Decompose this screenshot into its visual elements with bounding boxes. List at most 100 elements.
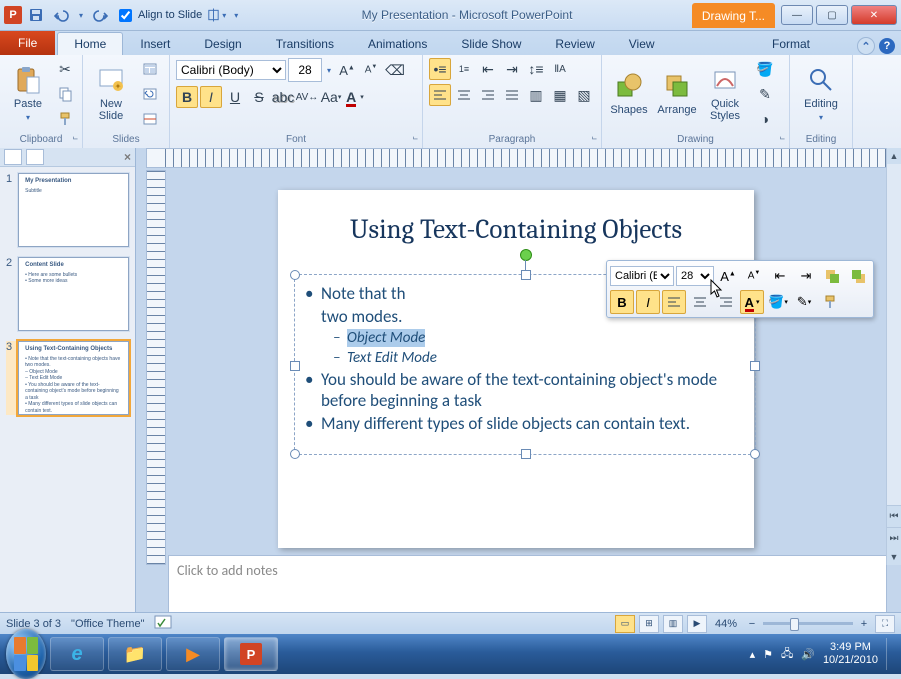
smartart-button[interactable]: ▧ [573,84,595,106]
editing-button[interactable]: Editing ▾ [796,58,846,128]
shadow-button[interactable]: abc [272,86,294,108]
list-item[interactable]: Object Mode [333,329,745,347]
outline-tab[interactable] [26,149,44,165]
align-dropdown[interactable]: ▾ [205,4,227,26]
undo-button[interactable] [50,4,72,26]
selected-text[interactable]: Object Mode [347,329,425,347]
clock[interactable]: 3:49 PM 10/21/2010 [823,641,878,667]
mini-italic[interactable]: I [636,290,660,314]
shape-outline-button[interactable]: ✎ [750,83,780,105]
cut-button[interactable]: ✂ [54,58,76,80]
copy-button[interactable] [54,83,76,105]
arrange-button[interactable]: Arrange [654,58,700,128]
tab-transitions[interactable]: Transitions [259,32,351,55]
grow-font-button[interactable]: A▲ [336,59,358,81]
mini-increase-indent[interactable]: ⇥ [794,264,818,288]
align-to-slide-checkbox[interactable] [119,9,132,22]
undo-more-button[interactable]: ▾ [75,4,87,26]
shape-fill-button[interactable]: 🪣 [750,58,780,80]
slides-tab[interactable] [4,149,22,165]
tray-network-icon[interactable]: 🖧 [781,645,793,664]
char-spacing-button[interactable]: AV↔ [296,86,318,108]
tab-format[interactable]: Format [755,32,827,55]
canvas[interactable]: Using Text-Containing Objects Note that … [168,170,887,565]
resize-handle-nw[interactable] [290,270,300,280]
slide-title[interactable]: Using Text-Containing Objects [278,214,754,245]
mini-align-right[interactable] [714,290,738,314]
mini-bring-front[interactable] [820,264,844,288]
font-size-dropdown[interactable]: ▾ [324,66,334,75]
close-panel-button[interactable]: × [124,150,131,164]
mini-align-center[interactable] [688,290,712,314]
bullets-button[interactable]: •≡ [429,58,451,80]
tab-design[interactable]: Design [187,32,258,55]
reading-view-button[interactable]: ▥ [663,615,683,633]
horizontal-ruler[interactable] [146,148,887,168]
mini-decrease-indent[interactable]: ⇤ [768,264,792,288]
columns-button[interactable]: ▥ [525,84,547,106]
tab-slideshow[interactable]: Slide Show [444,32,538,55]
notes-pane[interactable]: Click to add notes [168,555,887,613]
slide[interactable]: Using Text-Containing Objects Note that … [278,190,754,548]
save-button[interactable] [25,4,47,26]
normal-view-button[interactable]: ▭ [615,615,635,633]
taskbar-media[interactable]: ▶ [166,637,220,671]
fit-window-button[interactable]: ⛶ [875,615,895,633]
tab-view[interactable]: View [612,32,672,55]
start-button[interactable] [6,634,46,674]
zoom-out-button[interactable]: − [745,618,759,630]
redo-button[interactable] [90,4,112,26]
theme-indicator[interactable]: "Office Theme" [71,618,144,630]
layout-button[interactable] [137,58,163,80]
scroll-up-button[interactable]: ▲ [887,148,901,164]
new-slide-button[interactable]: ✦ New Slide [89,58,133,128]
tray-volume-icon[interactable]: 🔊 [801,648,815,661]
mini-align-left[interactable] [662,290,686,314]
zoom-slider[interactable] [763,622,853,625]
text-direction-button[interactable]: ⅡA [549,58,571,80]
resize-handle-sw[interactable] [290,449,300,459]
sorter-view-button[interactable]: ⊞ [639,615,659,633]
slide-thumbnail[interactable]: 3Using Text-Containing Objects• Note tha… [6,341,129,415]
slide-indicator[interactable]: Slide 3 of 3 [6,618,61,630]
slide-thumbnail[interactable]: 2Content Slide• Here are some bullets• S… [6,257,129,331]
font-family-select[interactable]: Calibri (Body) [176,60,286,80]
tab-review[interactable]: Review [538,32,611,55]
tab-home[interactable]: Home [57,32,123,55]
tab-animations[interactable]: Animations [351,32,444,55]
mini-bold[interactable]: B [610,290,634,314]
align-right-button[interactable] [477,84,499,106]
qat-customize-button[interactable]: ▾ [230,4,242,26]
line-spacing-button[interactable]: ↕≡ [525,58,547,80]
section-button[interactable] [137,108,163,130]
prev-slide-button[interactable]: ⏮ [887,505,901,527]
tray-flag-icon[interactable]: ⚑ [763,648,773,661]
mini-font-select[interactable]: Calibri (B [610,266,674,286]
resize-handle-s[interactable] [521,449,531,459]
slideshow-view-button[interactable]: ▶ [687,615,707,633]
numbering-button[interactable]: 1≡ [453,58,475,80]
slide-thumbnail[interactable]: 1My PresentationSubtitle [6,173,129,247]
align-left-button[interactable] [429,84,451,106]
tray-expand-button[interactable]: ▴ [750,648,756,661]
reset-button[interactable] [137,83,163,105]
resize-handle-se[interactable] [750,449,760,459]
font-color-button[interactable]: A▾ [344,86,366,108]
help-button[interactable]: ? [879,38,895,54]
taskbar-ie[interactable]: e [50,637,104,671]
italic-button[interactable]: I [200,86,222,108]
vertical-ruler[interactable] [146,170,166,565]
quick-styles-button[interactable]: Quick Styles [704,58,746,128]
mini-format-painter[interactable] [818,290,842,314]
show-desktop-button[interactable] [886,638,895,670]
resize-handle-w[interactable] [290,361,300,371]
align-to-slide-toggle[interactable]: Align to Slide [115,6,202,25]
next-slide-button[interactable]: ⏭ [887,527,901,549]
clear-format-button[interactable]: ⌫ [384,59,406,81]
decrease-indent-button[interactable]: ⇤ [477,58,499,80]
minimize-button[interactable]: — [781,5,813,25]
resize-handle-e[interactable] [750,361,760,371]
underline-button[interactable]: U [224,86,246,108]
maximize-button[interactable]: ▢ [816,5,848,25]
change-case-button[interactable]: Aa▾ [320,86,342,108]
